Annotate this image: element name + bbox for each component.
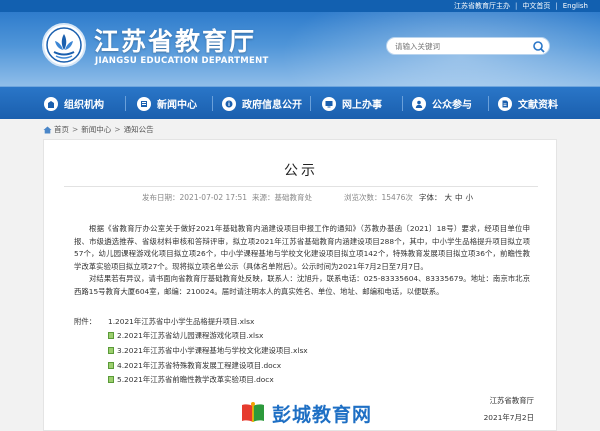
nav-separator — [212, 96, 213, 111]
publish-date: 发布日期：2021-07-02 17:51 — [142, 193, 248, 202]
building-icon — [44, 96, 58, 111]
article-meta: 发布日期：2021-07-02 17:51 来源：基础教育处 浏览次数：1547… — [44, 192, 558, 204]
attachments-label: 附件： — [74, 316, 97, 326]
signature-date: 2021年7月2日 — [483, 413, 534, 422]
nav-label: 网上办事 — [342, 100, 382, 111]
signature-block: 江苏省教育厅 2021年7月2日 — [484, 392, 534, 426]
file-icon — [108, 376, 114, 384]
nav-item-documents[interactable]: 文献资料 — [498, 87, 558, 120]
link-english[interactable]: English — [563, 2, 588, 10]
file-icon — [108, 332, 114, 340]
watermark: 彭城教育网 — [240, 400, 372, 426]
search-button[interactable] — [531, 39, 547, 53]
view-count: 浏览次数：15476次 — [344, 193, 413, 202]
nav-label: 新闻中心 — [157, 100, 197, 111]
attachment-link[interactable]: 4.2021年江苏省特殊教育发展工程建设项目.docx — [117, 360, 281, 371]
online-service-icon — [322, 96, 336, 111]
nav-label: 文献资料 — [518, 100, 558, 111]
attachment-row: 4.2021年江苏省特殊教育发展工程建设项目.docx — [74, 358, 374, 373]
search-box — [386, 37, 550, 55]
nav-separator — [402, 96, 403, 111]
top-links: 江苏省教育厅主办 | 中文首页 | English — [454, 1, 588, 11]
breadcrumb-home[interactable]: 首页 — [54, 124, 69, 135]
link-sponsor[interactable]: 江苏省教育厅主办 — [454, 2, 510, 10]
site-header: 江苏省教育厅 JIANGSU EDUCATION DEPARTMENT — [0, 12, 600, 86]
link-chinese-home[interactable]: 中文首页 — [522, 2, 550, 10]
font-size-large[interactable]: 大 — [445, 193, 453, 202]
nav-item-public-participation[interactable]: 公众参与 — [412, 87, 472, 120]
public-participation-icon — [412, 96, 426, 111]
title-divider — [64, 186, 538, 187]
article-card: 公示 发布日期：2021-07-02 17:51 来源：基础教育处 浏览次数：1… — [43, 139, 557, 431]
attachment-row: 附件： 1.2021年江苏省中小学生品格提升项目.xlsx — [74, 314, 374, 329]
nav-separator — [310, 96, 311, 111]
separator: | — [515, 2, 518, 10]
attachment-link[interactable]: 3.2021年江苏省中小学课程基地与学校文化建设项目.xlsx — [117, 345, 308, 356]
info-open-icon — [222, 96, 236, 111]
paragraph: 根据《省教育厅办公室关于做好2021年基础教育内涵建设项目申报工作的通知》（苏教… — [74, 224, 530, 271]
search-icon — [533, 41, 545, 53]
font-size-label: 字体： — [419, 193, 442, 202]
site-logo[interactable] — [42, 23, 86, 67]
font-size-medium[interactable]: 中 — [455, 193, 463, 202]
breadcrumb-notices[interactable]: 通知公告 — [124, 124, 154, 135]
separator: | — [555, 2, 558, 10]
attachment-list: 附件： 1.2021年江苏省中小学生品格提升项目.xlsx 2.2021年江苏省… — [74, 314, 374, 387]
top-utility-bar: 江苏省教育厅主办 | 中文首页 | English — [0, 0, 600, 12]
logo-emblem-icon — [46, 27, 82, 63]
signature-org: 江苏省教育厅 — [489, 396, 534, 405]
watermark-text: 彭城教育网 — [272, 403, 373, 426]
site-title: 江苏省教育厅 — [94, 27, 257, 56]
nav-label: 组织机构 — [64, 100, 104, 111]
nav-label: 政府信息公开 — [242, 100, 302, 111]
file-icon — [108, 361, 114, 369]
font-size-small[interactable]: 小 — [466, 193, 474, 202]
attachment-row: 2.2021年江苏省幼儿园课程游戏化项目.xlsx — [74, 329, 374, 344]
article-body: 根据《省教育厅办公室关于做好2021年基础教育内涵建设项目申报工作的通知》（苏教… — [74, 223, 530, 299]
breadcrumb-separator: > — [72, 125, 79, 134]
breadcrumb: 首页 > 新闻中心 > 通知公告 — [43, 124, 154, 135]
nav-separator — [488, 96, 489, 111]
attachment-row: 5.2021年江苏省前瞻性教学改革实验项目.docx — [74, 372, 374, 387]
site-subtitle: JIANGSU EDUCATION DEPARTMENT — [95, 56, 269, 66]
breadcrumb-separator: > — [114, 125, 121, 134]
documents-icon — [498, 96, 512, 111]
nav-item-news[interactable]: 新闻中心 — [137, 87, 197, 120]
file-icon — [108, 346, 114, 354]
book-logo-icon — [242, 402, 264, 422]
article-source: 来源：基础教育处 — [252, 193, 312, 202]
search-input[interactable] — [395, 40, 525, 53]
nav-item-organization[interactable]: 组织机构 — [44, 87, 104, 120]
article-title: 公示 — [284, 163, 318, 179]
attachment-row: 3.2021年江苏省中小学课程基地与学校文化建设项目.xlsx — [74, 343, 374, 358]
paragraph: 对结果若有异议，请书面向省教育厅基础教育处反映，联系人：沈旭升，联系电话：025… — [74, 274, 530, 296]
home-icon — [43, 126, 52, 133]
nav-separator — [125, 96, 126, 111]
breadcrumb-news[interactable]: 新闻中心 — [81, 124, 111, 135]
attachment-link[interactable]: 5.2021年江苏省前瞻性教学改革实验项目.docx — [117, 374, 274, 385]
font-size-control: 字体：大中小 — [419, 192, 473, 203]
news-icon — [137, 96, 151, 111]
nav-item-gov-info[interactable]: 政府信息公开 — [222, 87, 302, 120]
nav-label: 公众参与 — [432, 100, 472, 111]
nav-item-online-service[interactable]: 网上办事 — [322, 87, 382, 120]
attachment-link[interactable]: 2.2021年江苏省幼儿园课程游戏化项目.xlsx — [117, 330, 263, 341]
main-nav: 组织机构 新闻中心 政府信息公开 网上办事 公众参与 文献资料 — [0, 86, 600, 119]
attachment-link[interactable]: 1.2021年江苏省中小学生品格提升项目.xlsx — [108, 316, 254, 327]
